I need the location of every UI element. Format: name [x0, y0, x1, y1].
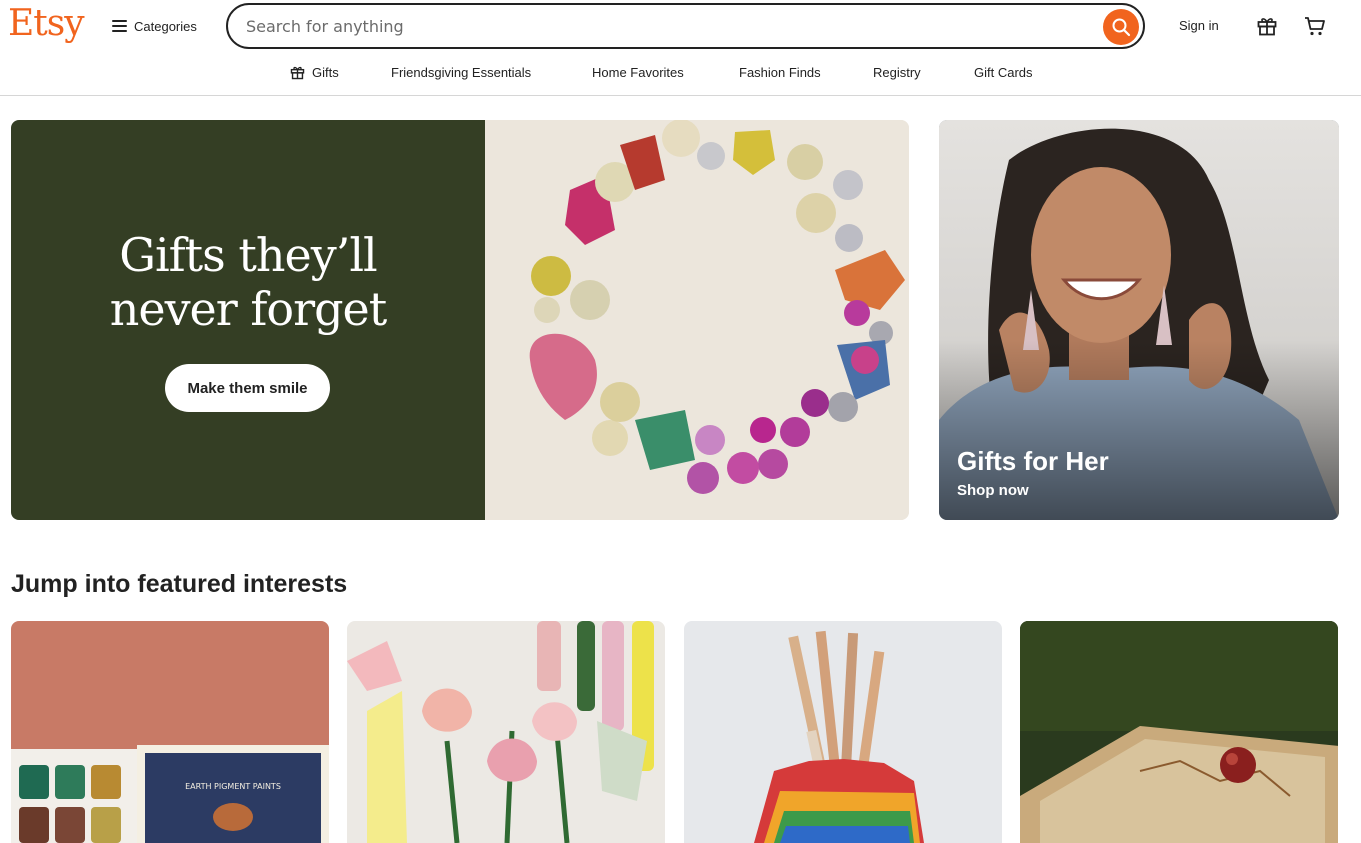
site-header: Etsy Categories Sign in: [0, 0, 1361, 96]
hero-title-line: Gifts they’ll: [119, 228, 378, 282]
categories-button[interactable]: Categories: [112, 12, 197, 40]
nav-item-friendsgiving-essentials[interactable]: Friendsgiving Essentials: [391, 58, 531, 86]
nav-label: Fashion Finds: [739, 64, 821, 80]
interest-tile-paints[interactable]: EARTH PIGMENT PAINTS: [11, 621, 329, 843]
nav-label: Gifts: [312, 64, 339, 80]
gift-icon[interactable]: [1255, 14, 1279, 38]
hero-text-panel: Gifts they’ll never forget Make them smi…: [11, 120, 485, 520]
etsy-logo[interactable]: Etsy: [8, 2, 85, 46]
interest-tile-pencil-holder[interactable]: [684, 621, 1002, 843]
search-icon: [1112, 18, 1131, 37]
wooden-tray-with-apple-image: [1020, 621, 1338, 843]
shop-now-link[interactable]: Shop now: [957, 482, 1029, 499]
cart-icon[interactable]: [1303, 14, 1327, 38]
categories-label: Categories: [134, 18, 197, 34]
hero-title: Gifts they’ll never forget: [11, 228, 485, 336]
sign-in-link[interactable]: Sign in: [1179, 18, 1219, 33]
nav-item-fashion-finds[interactable]: Fashion Finds: [739, 58, 821, 86]
nav-label: Friendsgiving Essentials: [391, 64, 532, 80]
make-them-smile-button[interactable]: Make them smile: [165, 364, 330, 412]
crepe-paper-tulips-image: [347, 621, 665, 843]
interest-tile-paper-flowers[interactable]: [347, 621, 665, 843]
interest-tile-wooden-tray[interactable]: [1020, 621, 1338, 843]
hero-banner[interactable]: Gifts they’ll never forget Make them smi…: [11, 120, 909, 520]
search-button[interactable]: [1103, 9, 1139, 45]
nav-item-gifts[interactable]: Gifts: [289, 58, 339, 86]
search-input[interactable]: [246, 14, 1086, 38]
category-nav: Gifts Friendsgiving Essentials Home Favo…: [0, 58, 1361, 86]
hero-title-line: never forget: [109, 282, 388, 336]
nav-label: Gift Cards: [974, 64, 1033, 80]
search-bar: [226, 3, 1145, 49]
gifts-for-her-card[interactable]: Gifts for Her Shop now: [939, 120, 1339, 520]
gifts-for-her-title: Gifts for Her: [957, 446, 1109, 476]
nav-label: Registry: [873, 64, 921, 80]
nav-item-home-favorites[interactable]: Home Favorites: [592, 58, 684, 86]
nav-item-registry[interactable]: Registry: [873, 58, 921, 86]
paint-box-label: EARTH PIGMENT PAINTS: [185, 782, 281, 791]
featured-interests-heading: Jump into featured interests: [11, 570, 348, 598]
nav-item-gift-cards[interactable]: Gift Cards: [974, 58, 1033, 86]
watercolor-paint-palette-image: EARTH PIGMENT PAINTS: [11, 621, 329, 843]
ornament-wreath-image: [485, 120, 909, 520]
rainbow-pencil-holder-image: [684, 621, 1002, 843]
menu-icon: [112, 20, 127, 32]
nav-label: Home Favorites: [592, 64, 684, 80]
gift-icon: [290, 66, 305, 79]
